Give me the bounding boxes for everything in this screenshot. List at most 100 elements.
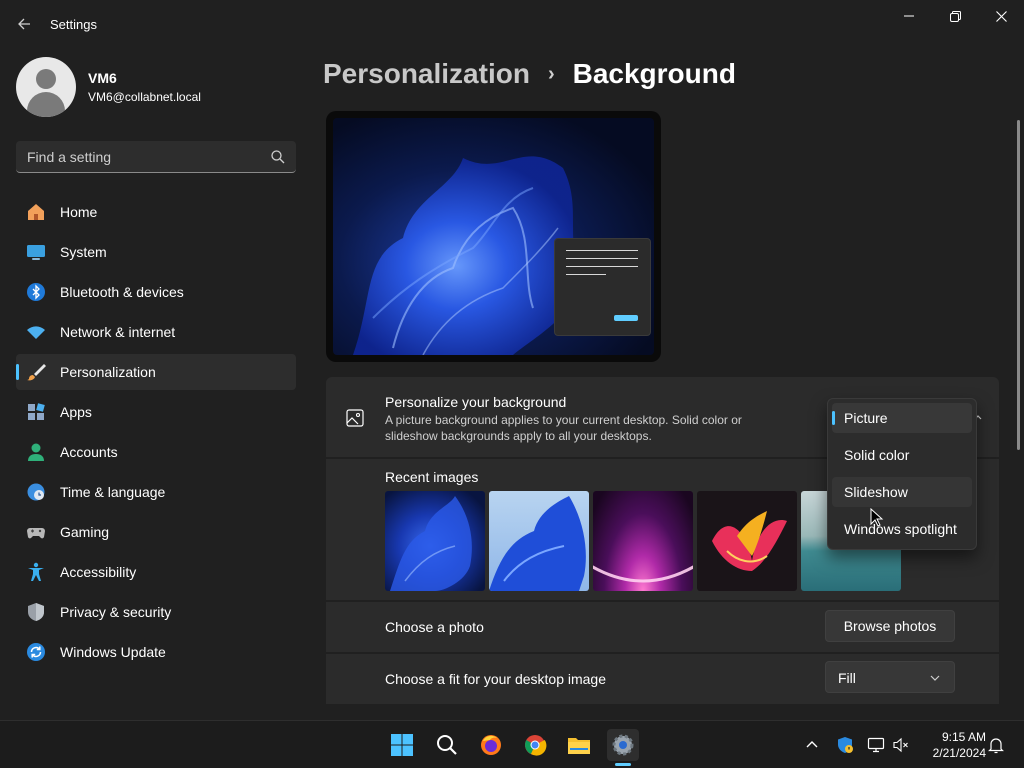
- taskbar: 9:15 AM 2/21/2024: [0, 720, 1024, 768]
- minimize-button[interactable]: [886, 0, 932, 32]
- dropdown-option-solid-color[interactable]: Solid color: [832, 440, 972, 470]
- sidebar-item-bluetooth[interactable]: Bluetooth & devices: [16, 274, 296, 310]
- minimize-icon: [904, 15, 914, 17]
- wallpaper-preview-image: [333, 118, 654, 355]
- chevron-down-icon: [930, 675, 940, 681]
- taskbar-chrome[interactable]: [519, 729, 551, 761]
- back-button[interactable]: [12, 12, 36, 36]
- sidebar-item-system[interactable]: System: [16, 234, 296, 270]
- dropdown-option-picture[interactable]: Picture: [832, 403, 972, 433]
- windows-security-icon: [838, 737, 853, 753]
- sidebar-item-label: Gaming: [60, 524, 110, 540]
- picture-icon: [346, 409, 364, 427]
- sidebar-item-label: Accessibility: [60, 564, 137, 580]
- tray-overflow-button[interactable]: [802, 735, 822, 755]
- page-title: Background: [572, 58, 736, 89]
- network-icon: [867, 737, 885, 753]
- tray-volume[interactable]: [891, 735, 911, 755]
- sidebar-item-gaming[interactable]: Gaming: [16, 514, 296, 550]
- file-explorer-icon: [568, 738, 590, 754]
- volume-muted-icon: [893, 737, 908, 753]
- avatar: [16, 57, 76, 117]
- sidebar-item-home[interactable]: Home: [16, 194, 296, 230]
- tray-security[interactable]: [835, 735, 855, 755]
- recent-image-thumbnail[interactable]: [697, 491, 797, 591]
- system-icon: [26, 242, 46, 262]
- title-bar: Settings: [0, 0, 1024, 48]
- firefox-icon: [481, 735, 501, 755]
- recent-image-thumbnail[interactable]: [489, 491, 589, 591]
- restore-button[interactable]: [932, 0, 978, 32]
- search-input[interactable]: [16, 141, 266, 172]
- search-icon[interactable]: [270, 149, 286, 165]
- profile-name: VM6: [88, 70, 117, 86]
- user-profile[interactable]: VM6 VM6@collabnet.local: [16, 57, 201, 117]
- sidebar-item-label: Bluetooth & devices: [60, 284, 184, 300]
- browse-photos-button[interactable]: Browse photos: [825, 610, 955, 642]
- chrome-icon: [525, 735, 547, 756]
- wifi-icon: [26, 322, 46, 342]
- sidebar-item-label: Privacy & security: [60, 604, 172, 620]
- search-box: [16, 141, 296, 173]
- fit-dropdown[interactable]: Fill: [825, 661, 955, 693]
- close-button[interactable]: [978, 0, 1024, 32]
- profile-email: VM6@collabnet.local: [88, 90, 201, 104]
- gamepad-icon: [26, 522, 46, 542]
- taskbar-clock[interactable]: 9:15 AM 2/21/2024: [920, 729, 986, 761]
- start-button[interactable]: [386, 729, 418, 761]
- personalize-background-description: A picture background applies to your cur…: [385, 413, 742, 443]
- shield-icon: [26, 602, 46, 622]
- tray-network[interactable]: [866, 735, 886, 755]
- update-icon: [26, 642, 46, 662]
- mouse-cursor-icon: [870, 508, 884, 527]
- dropdown-option-windows-spotlight[interactable]: Windows spotlight: [832, 514, 972, 544]
- background-type-dropdown: Picture Solid color Slideshow Windows sp…: [827, 398, 977, 550]
- choose-fit-title: Choose a fit for your desktop image: [385, 671, 607, 687]
- active-app-indicator: [615, 763, 631, 766]
- sidebar-item-personalization[interactable]: Personalization: [16, 354, 296, 390]
- bluetooth-icon: [26, 282, 46, 302]
- sidebar-item-label: System: [60, 244, 107, 260]
- fit-dropdown-value: Fill: [838, 670, 856, 686]
- accessibility-icon: [26, 562, 46, 582]
- settings-icon: [612, 734, 634, 756]
- taskbar-search-button[interactable]: [431, 729, 463, 761]
- close-icon: [995, 10, 1007, 22]
- choose-photo-title: Choose a photo: [385, 619, 484, 635]
- taskbar-firefox[interactable]: [475, 729, 507, 761]
- sidebar-item-privacy[interactable]: Privacy & security: [16, 594, 296, 630]
- accounts-icon: [26, 442, 46, 462]
- sidebar-item-label: Network & internet: [60, 324, 176, 340]
- sidebar-item-network[interactable]: Network & internet: [16, 314, 296, 350]
- preview-window-mockup: [554, 238, 651, 336]
- choose-fit-row: Choose a fit for your desktop image Fill: [326, 654, 999, 704]
- search-icon: [437, 735, 457, 755]
- back-arrow-icon: [18, 18, 30, 30]
- taskbar-file-explorer[interactable]: [563, 729, 595, 761]
- start-icon: [391, 734, 413, 756]
- dropdown-option-slideshow[interactable]: Slideshow: [832, 477, 972, 507]
- recent-image-thumbnail[interactable]: [385, 491, 485, 591]
- sidebar-item-accessibility[interactable]: Accessibility: [16, 554, 296, 590]
- breadcrumb-separator: ›: [547, 62, 555, 85]
- bell-icon: [988, 738, 1004, 754]
- clock-time: 9:15 AM: [941, 730, 986, 744]
- sidebar-item-time-language[interactable]: Time & language: [16, 474, 296, 510]
- sidebar-item-windows-update[interactable]: Windows Update: [16, 634, 296, 670]
- sidebar-item-apps[interactable]: Apps: [16, 394, 296, 430]
- breadcrumb: Personalization › Background: [323, 58, 736, 90]
- home-icon: [26, 202, 46, 222]
- sidebar-item-label: Home: [60, 204, 98, 220]
- sidebar-nav: Home System Bluetooth & devices Network …: [16, 194, 296, 674]
- breadcrumb-parent[interactable]: Personalization: [323, 58, 530, 90]
- sidebar-item-accounts[interactable]: Accounts: [16, 434, 296, 470]
- clock-globe-icon: [26, 482, 46, 502]
- main-scrollbar[interactable]: [1017, 120, 1020, 450]
- taskbar-settings[interactable]: [607, 729, 639, 761]
- window-title: Settings: [50, 17, 97, 32]
- sidebar-item-label: Time & language: [60, 484, 166, 500]
- sidebar-item-label: Accounts: [60, 444, 118, 460]
- choose-photo-row: Choose a photo Browse photos: [326, 602, 999, 652]
- recent-image-thumbnail[interactable]: [593, 491, 693, 591]
- tray-notifications[interactable]: [986, 735, 1006, 755]
